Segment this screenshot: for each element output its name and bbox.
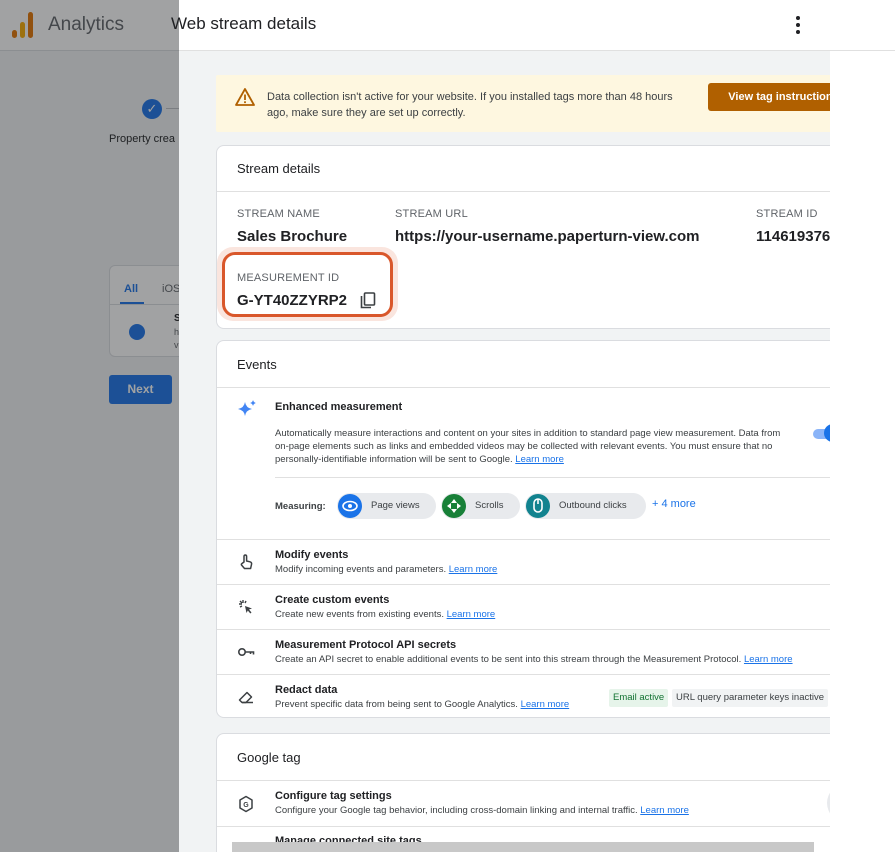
key-icon bbox=[237, 648, 255, 657]
measurement-protocol-row[interactable]: Measurement Protocol API secrets Create … bbox=[217, 630, 830, 674]
events-heading: Events bbox=[237, 357, 277, 372]
divider bbox=[217, 826, 830, 827]
stream-details-card: Stream details STREAM NAME Sales Brochur… bbox=[216, 145, 830, 329]
learn-more-link[interactable]: Learn more bbox=[744, 654, 793, 665]
web-stream-details-panel: Web stream details Data collection isn't… bbox=[171, 0, 895, 852]
chip-page-views: Page views bbox=[337, 493, 436, 519]
create-custom-events-row[interactable]: Create custom events Create new events f… bbox=[217, 585, 830, 629]
enhanced-measurement-toggle[interactable]: ✓ bbox=[813, 424, 830, 442]
email-active-badge: Email active bbox=[609, 689, 669, 707]
learn-more-link[interactable]: Learn more bbox=[640, 805, 689, 816]
enhanced-measurement-description: Automatically measure interactions and c… bbox=[275, 428, 781, 465]
learn-more-link[interactable]: Learn more bbox=[521, 699, 570, 710]
eye-icon bbox=[338, 494, 362, 518]
touch-icon bbox=[240, 554, 253, 570]
measurement-id-label: MEASUREMENT ID bbox=[237, 272, 340, 284]
row-title: Create custom events bbox=[275, 594, 390, 606]
stream-url-value: https://your-username.paperturn-view.com bbox=[395, 228, 700, 245]
divider bbox=[217, 387, 830, 388]
svg-text:G: G bbox=[243, 802, 249, 809]
banner-message: Data collection isn't active for your we… bbox=[267, 91, 673, 119]
measurement-id-value: G-YT40ZZYRP2 bbox=[237, 292, 348, 309]
panel-title: Web stream details bbox=[171, 14, 317, 33]
mouse-icon bbox=[526, 494, 550, 518]
measuring-label: Measuring: bbox=[275, 501, 326, 512]
view-tag-instructions-button[interactable]: View tag instructions bbox=[708, 83, 830, 111]
configure-tag-settings-row[interactable]: G Configure tag settings Configure your … bbox=[217, 781, 830, 825]
panel-right-margin bbox=[830, 51, 895, 852]
google-tag-card: Google tag G Configure tag settings Conf… bbox=[216, 733, 830, 852]
panel-content: Data collection isn't active for your we… bbox=[179, 51, 830, 852]
stream-url-label: STREAM URL bbox=[395, 208, 468, 220]
cursor-click-icon bbox=[239, 600, 252, 614]
stream-details-heading: Stream details bbox=[237, 161, 321, 176]
copy-icon[interactable] bbox=[359, 291, 377, 309]
learn-more-link[interactable]: Learn more bbox=[515, 454, 564, 465]
row-title: Modify events bbox=[275, 549, 349, 561]
chip-label: Scrolls bbox=[475, 500, 504, 511]
stream-id-value: 11461937698 bbox=[756, 228, 830, 245]
redact-data-row[interactable]: Redact data Prevent specific data from b… bbox=[217, 675, 830, 719]
chip-label: Page views bbox=[371, 500, 420, 511]
row-description: Modify incoming events and parameters. L… bbox=[275, 564, 498, 575]
learn-more-link[interactable]: Learn more bbox=[447, 609, 496, 620]
stream-name-label: STREAM NAME bbox=[237, 208, 320, 220]
row-title: Configure tag settings bbox=[275, 790, 392, 802]
sparkle-icon bbox=[238, 400, 256, 416]
warning-icon bbox=[235, 88, 255, 106]
stream-name-value: Sales Brochure bbox=[237, 228, 348, 245]
divider bbox=[275, 477, 830, 478]
enhanced-measurement-title: Enhanced measurement bbox=[275, 401, 403, 413]
eraser-icon bbox=[238, 691, 253, 704]
warning-banner: Data collection isn't active for your we… bbox=[216, 75, 830, 132]
google-tag-icon: G bbox=[239, 795, 253, 813]
horizontal-scrollbar[interactable] bbox=[232, 842, 814, 852]
row-title: Redact data bbox=[275, 684, 338, 696]
row-description: Create new events from existing events. … bbox=[275, 609, 496, 620]
row-description: Create an API secret to enable additiona… bbox=[275, 654, 793, 665]
url-query-inactive-badge: URL query parameter keys inactive bbox=[672, 689, 829, 707]
events-card: Events Enhanced measurement Automaticall… bbox=[216, 340, 830, 718]
stream-id-label: STREAM ID bbox=[756, 208, 818, 220]
modify-events-row[interactable]: Modify events Modify incoming events and… bbox=[217, 540, 830, 584]
chip-label: Outbound clicks bbox=[559, 500, 627, 511]
row-description: Configure your Google tag behavior, incl… bbox=[275, 805, 689, 816]
row-description: Prevent specific data from being sent to… bbox=[275, 699, 570, 710]
measurement-id-highlight bbox=[217, 247, 398, 321]
divider bbox=[217, 191, 830, 192]
chip-outbound-clicks: Outbound clicks bbox=[525, 493, 646, 519]
panel-header: Web stream details bbox=[171, 0, 895, 51]
scroll-arrows-icon bbox=[442, 494, 466, 518]
learn-more-link[interactable]: Learn more bbox=[449, 564, 498, 575]
more-vert-icon[interactable] bbox=[787, 14, 809, 36]
row-title: Measurement Protocol API secrets bbox=[275, 639, 457, 651]
google-tag-heading: Google tag bbox=[237, 750, 301, 765]
chip-scrolls: Scrolls bbox=[441, 493, 520, 519]
more-measurements-link[interactable]: + 4 more bbox=[652, 498, 696, 510]
